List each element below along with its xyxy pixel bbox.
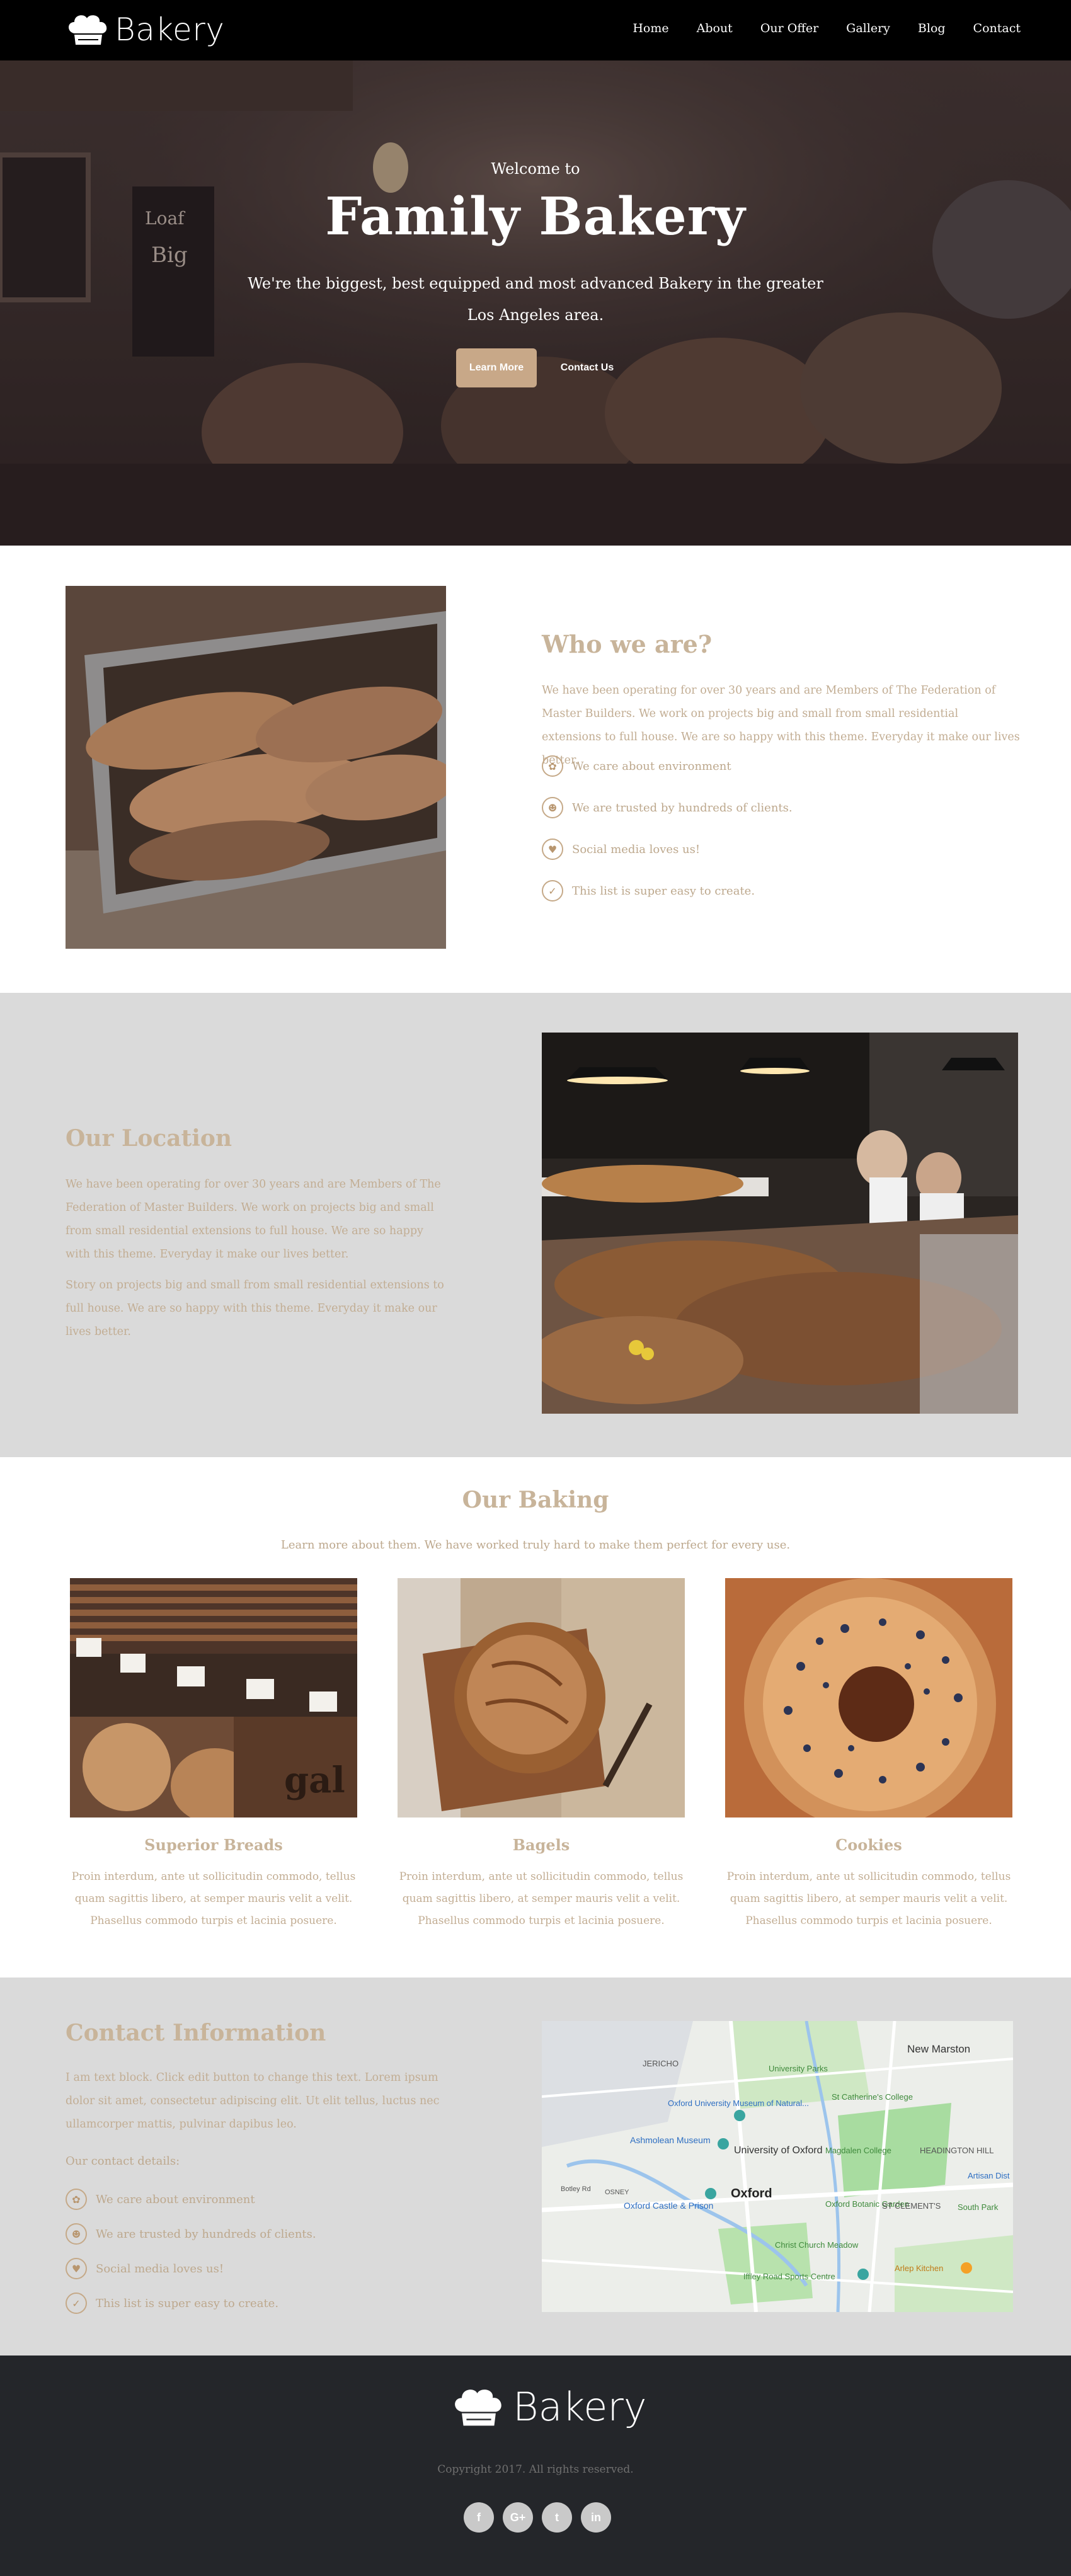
feature-label: We care about environment [96,2192,255,2206]
contact-us-button[interactable]: Contact Us [548,348,626,387]
footer-logo[interactable]: Bakery [451,2384,647,2430]
cookies-image [725,1578,1012,1818]
map-label: Botley Rd [561,2185,591,2193]
map-label: University of Oxford [734,2145,822,2156]
brand-name: Bakery [115,11,225,48]
learn-more-button[interactable]: Learn More [456,348,537,387]
hero-section: Loaf Big [0,60,1071,546]
map-label: HEADINGTON HILL [920,2146,994,2155]
contact-text: I am text block. Click edit button to ch… [66,2071,440,2131]
feature-label: Social media loves us! [572,842,701,856]
feature-label: We are trusted by hundreds of clients. [96,2227,316,2241]
feature-label: This list is super easy to create. [572,884,755,898]
users-icon: ☻ [66,2223,87,2245]
map-label: Arlep Kitchen [895,2264,943,2273]
superior-breads-image: gal [70,1578,357,1818]
heart-icon: ♥ [542,839,563,860]
users-icon: ☻ [542,797,563,818]
map-label: Magdalen College [825,2146,891,2155]
hero-title: Family Bakery [325,186,746,247]
hero-subtitle-line2: Los Angeles area. [467,306,604,324]
card-title-cookies: Cookies [835,1836,902,1854]
linkedin-icon[interactable]: in [581,2502,611,2533]
map-label: University Parks [769,2064,828,2073]
contact-feature-item: ♥ Social media loves us! [66,2258,224,2279]
google-plus-icon[interactable]: G+ [503,2502,533,2533]
logo[interactable]: Bakery [66,11,224,48]
copyright: Copyright 2017. All rights reserved. [437,2463,634,2476]
facebook-icon[interactable]: f [464,2502,494,2533]
feature-item: ☻ We are trusted by hundreds of clients. [542,797,793,818]
card-text: Proin interdum, ante ut sollicitudin com… [726,1870,1011,1927]
contact-feature-item: ☻ We are trusted by hundreds of clients. [66,2223,316,2245]
card-text: Proin interdum, ante ut sollicitudin com… [71,1870,356,1927]
menu-item-our-offer[interactable]: Our Offer [760,21,818,35]
card-title-bagels: Bagels [512,1836,570,1854]
menu-item-contact[interactable]: Contact [973,21,1021,35]
map-label: Oxford Castle & Prison [624,2201,713,2211]
map-label: OSNEY [605,2189,629,2196]
location-map[interactable]: JERICHO New Marston University Parks Oxf… [542,2021,1013,2312]
menu-item-about[interactable]: About [697,21,733,35]
hero-overlay [0,60,1071,546]
map-label: Artisan Dist [968,2171,1010,2180]
twitter-icon[interactable]: t [542,2502,572,2533]
top-navbar: Bakery Home About Our Offer Gallery Blog… [0,0,1071,60]
feature-item: ✓ This list is super easy to create. [542,880,755,902]
svg-text:gal: gal [284,1760,345,1801]
baking-subtitle: Learn more about them. We have worked tr… [280,1538,791,1552]
hero-subtitle-line1: We're the biggest, best equipped and mos… [248,275,823,292]
check-icon: ✓ [542,880,563,902]
chef-hat-icon [455,2389,501,2425]
map-label: Oxford University Museum of Natural... [668,2098,809,2108]
feature-label: This list is super easy to create. [96,2296,279,2310]
location-text-1: We have been operating for over 30 years… [66,1178,441,1261]
contact-title: Contact Information [66,2020,326,2046]
feature-label: We care about environment [572,759,731,773]
bagels-image [398,1578,685,1818]
feature-label: We are trusted by hundreds of clients. [572,801,793,815]
location-text-2: Story on projects big and small from sma… [66,1279,444,1338]
menu-item-home[interactable]: Home [633,21,668,35]
hero-welcome: Welcome to [491,160,580,178]
card-text: Proin interdum, ante ut sollicitudin com… [399,1870,684,1927]
contact-feature-item: ✿ We care about environment [66,2189,255,2210]
feature-item: ✿ We care about environment [542,755,731,777]
leaf-icon: ✿ [542,755,563,777]
contact-feature-item: ✓ This list is super easy to create. [66,2293,278,2314]
menu-item-gallery[interactable]: Gallery [846,21,890,35]
heart-icon: ♥ [66,2258,87,2279]
feature-item: ♥ Social media loves us! [542,839,700,860]
check-icon: ✓ [66,2293,87,2314]
main-menu: Home About Our Offer Gallery Blog Contac… [633,21,1021,35]
map-label: ST CLEMENT'S [882,2201,941,2211]
location-image [542,1033,1018,1414]
map-label: JERICHO [643,2059,679,2068]
location-title: Our Location [66,1125,232,1152]
leaf-icon: ✿ [66,2189,87,2210]
map-label: New Marston [907,2043,970,2055]
map-label: Christ Church Meadow [775,2240,859,2250]
map-label: Oxford [731,2187,772,2201]
who-we-are-title: Who we are? [542,630,713,658]
contact-details-label: Our contact details: [66,2155,180,2168]
menu-item-blog[interactable]: Blog [918,21,946,35]
chef-hat-icon [69,15,107,45]
map-label: Ashmolean Museum [630,2135,711,2145]
map-label: South Park [958,2202,999,2212]
feature-label: Social media loves us! [96,2262,224,2275]
map-label: Iffley Road Sports Centre [743,2272,835,2281]
map-label: St Catherine's College [832,2092,913,2102]
card-title-superior-breads: Superior Breads [144,1836,283,1854]
who-we-are-image [66,586,446,949]
footer-brand-name: Bakery [513,2384,647,2430]
baking-title: Our Baking [462,1487,609,1513]
